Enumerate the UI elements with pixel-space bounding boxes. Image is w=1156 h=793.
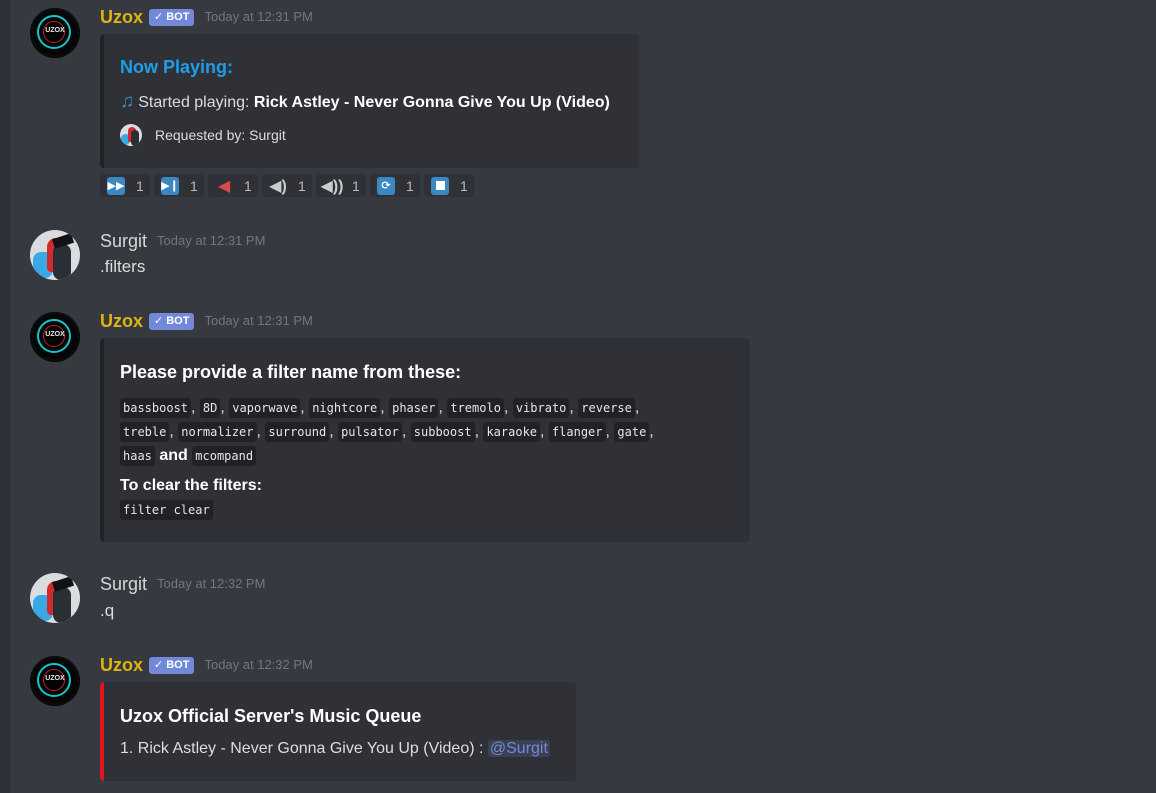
reaction-count: 1: [460, 177, 468, 194]
timestamp: Today at 12:31 PM: [204, 313, 313, 328]
filter-code: pulsator: [338, 422, 402, 442]
volume-down-icon: ◀): [269, 177, 287, 195]
play-pause-icon: ▶❙: [161, 176, 179, 195]
reaction-count: 1: [352, 177, 360, 194]
reaction-count: 1: [136, 177, 144, 194]
username[interactable]: Uzox: [100, 310, 143, 332]
bot-badge-label: BOT: [166, 10, 190, 23]
clear-label: To clear the filters:: [120, 477, 262, 494]
reaction-count: 1: [406, 177, 414, 194]
filter-code: mcompand: [192, 446, 257, 466]
filter-code: tremolo: [447, 398, 504, 418]
message-text: .filters: [100, 257, 146, 276]
check-icon: ✓: [154, 658, 164, 671]
queue-item: 1. Rick Astley - Never Gonna Give You Up…: [120, 740, 550, 758]
reaction-next-track[interactable]: ▶▶ 1: [100, 174, 150, 197]
avatar-logo-text: UZOX: [45, 331, 65, 338]
clear-command-code: filter clear: [120, 500, 213, 520]
bot-badge: ✓ BOT: [149, 312, 195, 330]
avatar[interactable]: UZOX: [30, 8, 80, 58]
avatar[interactable]: [30, 230, 80, 280]
timestamp: Today at 12:32 PM: [157, 576, 266, 591]
check-icon: ✓: [154, 10, 164, 23]
embed-title: Uzox Official Server's Music Queue: [120, 706, 422, 726]
filter-code: vibrato: [512, 398, 570, 418]
bot-badge: ✓ BOT: [149, 8, 195, 26]
bot-badge-label: BOT: [166, 314, 190, 327]
filter-code: bassboost: [120, 398, 192, 418]
mute-icon: ◀: [217, 177, 231, 195]
filter-code: vaporwave: [229, 398, 301, 418]
message-header: Surgit Today at 12:32 PM: [100, 573, 265, 595]
avatar[interactable]: UZOX: [30, 656, 80, 706]
embed-description: ♫ Started playing: Rick Astley - Never Go…: [120, 91, 610, 113]
embed: Uzox Official Server's Music Queue 1. Ri…: [100, 682, 576, 781]
message-header: Surgit Today at 12:31 PM: [100, 230, 265, 252]
requested-by: Requested by: Surgit: [155, 127, 286, 143]
embed-title: Now Playing:: [120, 57, 234, 77]
reaction-play-pause[interactable]: ▶❙ 1: [154, 174, 204, 197]
username[interactable]: Surgit: [100, 573, 147, 595]
filter-code: treble: [120, 422, 170, 442]
bot-badge-label: BOT: [166, 658, 190, 671]
music-notes-icon: ♫: [120, 91, 135, 112]
filter-code: surround: [265, 422, 330, 442]
started-label: Started playing:: [138, 94, 250, 111]
reaction-volume-up[interactable]: ◀)) 1: [316, 174, 366, 197]
filters-list: bassboost, 8D, vaporwave, nightcore, pha…: [120, 396, 720, 468]
timestamp: Today at 12:31 PM: [204, 9, 313, 24]
clear-command: filter clear: [120, 500, 213, 520]
reactions: ▶▶ 1 ▶❙ 1 ◀ 1 ◀) 1 ◀)) 1 ⟳ 1 1: [100, 174, 474, 197]
queue-item-text: 1. Rick Astley - Never Gonna Give You Up…: [120, 740, 484, 757]
filter-code: subboost: [410, 422, 475, 442]
song-title: Rick Astley - Never Gonna Give You Up (V…: [253, 94, 610, 111]
avatar[interactable]: UZOX: [30, 312, 80, 362]
stop-icon: [431, 176, 449, 195]
message-header: Uzox ✓ BOT Today at 12:32 PM: [100, 654, 313, 676]
avatar-logo-text: UZOX: [45, 675, 65, 682]
filter-code: normalizer: [178, 422, 257, 442]
and-word: and: [159, 447, 188, 464]
avatar-logo-text: UZOX: [45, 27, 65, 34]
filter-code: phaser: [389, 398, 439, 418]
filter-code: flanger: [548, 422, 606, 442]
check-icon: ✓: [154, 314, 164, 327]
embed-footer: Requested by: Surgit: [120, 124, 286, 146]
filter-code: 8D: [199, 398, 221, 418]
reaction-mute[interactable]: ◀ 1: [208, 174, 258, 197]
embed: Please provide a filter name from these:…: [100, 338, 750, 542]
username[interactable]: Uzox: [100, 6, 143, 28]
repeat-icon: ⟳: [377, 176, 395, 195]
reaction-count: 1: [298, 177, 306, 194]
reaction-stop[interactable]: 1: [424, 174, 474, 197]
next-track-icon: ▶▶: [107, 176, 125, 195]
filter-code: reverse: [578, 398, 635, 418]
user-mention[interactable]: @Surgit: [487, 740, 550, 757]
reaction-repeat[interactable]: ⟳ 1: [370, 174, 420, 197]
timestamp: Today at 12:32 PM: [204, 657, 313, 672]
filter-code: gate: [614, 422, 650, 442]
username[interactable]: Uzox: [100, 654, 143, 676]
volume-up-icon: ◀)): [320, 177, 344, 195]
filter-code: haas: [120, 446, 155, 466]
filter-code: nightcore: [309, 398, 381, 418]
reaction-count: 1: [244, 177, 252, 194]
bot-badge: ✓ BOT: [149, 656, 195, 674]
reaction-volume-down[interactable]: ◀) 1: [262, 174, 312, 197]
channel-edge: [0, 0, 10, 793]
reaction-count: 1: [190, 177, 198, 194]
filter-code: karaoke: [483, 422, 541, 442]
embed-title: Please provide a filter name from these:: [120, 362, 462, 382]
requester-avatar: [120, 124, 142, 146]
username[interactable]: Surgit: [100, 230, 147, 252]
avatar[interactable]: [30, 573, 80, 623]
message-header: Uzox ✓ BOT Today at 12:31 PM: [100, 6, 313, 28]
message-header: Uzox ✓ BOT Today at 12:31 PM: [100, 310, 313, 332]
embed: Now Playing: ♫ Started playing: Rick Astl…: [100, 34, 639, 168]
timestamp: Today at 12:31 PM: [157, 233, 266, 248]
message-text: .q: [100, 601, 115, 620]
